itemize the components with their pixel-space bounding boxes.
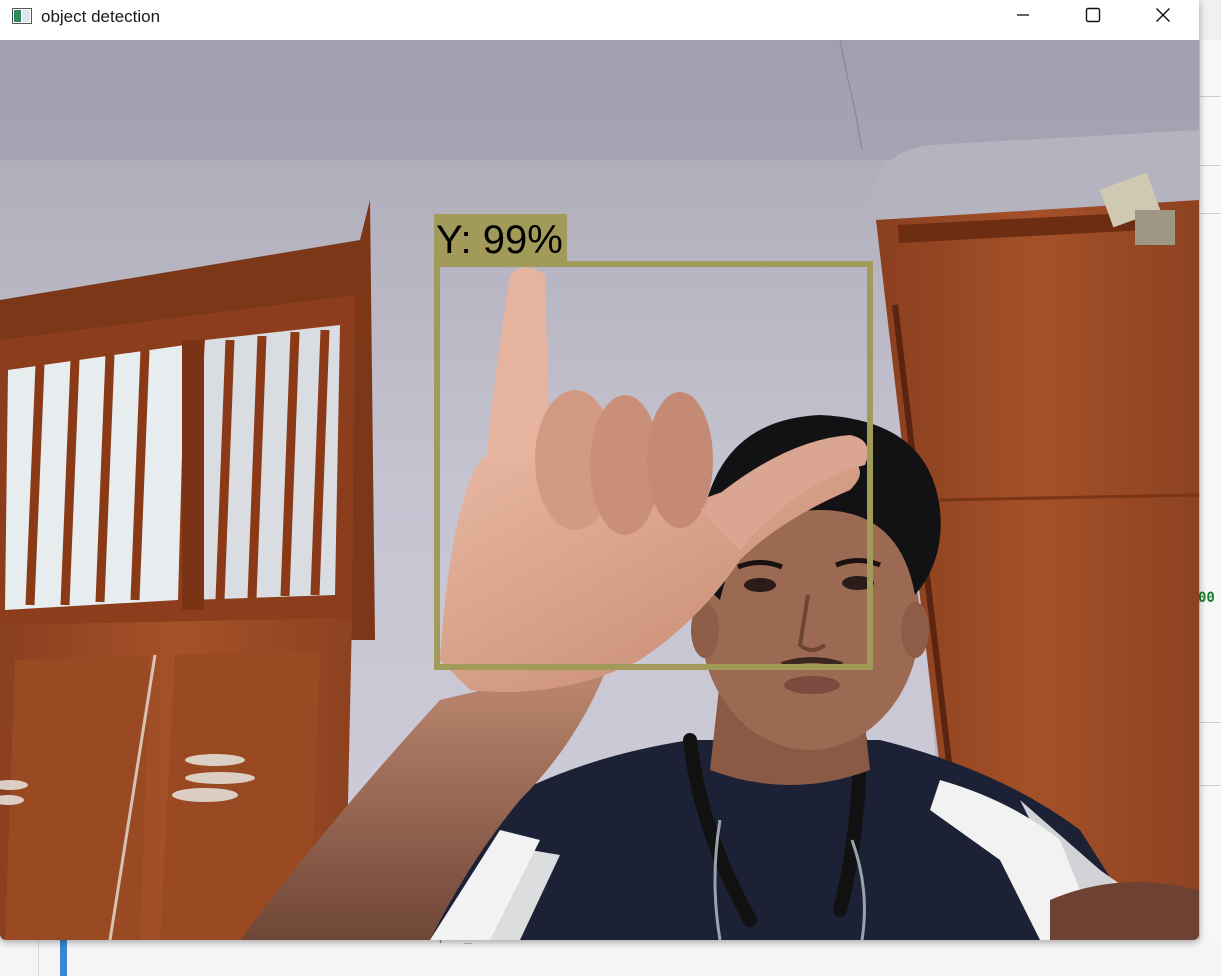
background-bottom-bar [0,940,1221,976]
close-icon [1155,7,1171,28]
detection-label: Y: 99% [434,214,567,262]
close-button[interactable] [1128,0,1198,34]
minimize-button[interactable] [988,0,1058,34]
webcam-video-frame: Y: 99% [0,40,1199,940]
background-editor-panel [1199,40,1221,976]
background-output-text: 00 [1198,590,1215,606]
background-bottom-divider [38,940,39,976]
opencv-window-icon [12,8,32,24]
maximize-button[interactable] [1058,0,1128,34]
detection-bounding-box [434,261,873,670]
background-accent-bar [60,940,67,976]
window-titlebar[interactable]: object detection [0,0,1199,40]
window-title: object detection [41,7,161,26]
maximize-icon [1085,7,1101,28]
object-detection-window: object detection Y: 99% [0,0,1199,940]
minimize-icon [1016,8,1030,27]
